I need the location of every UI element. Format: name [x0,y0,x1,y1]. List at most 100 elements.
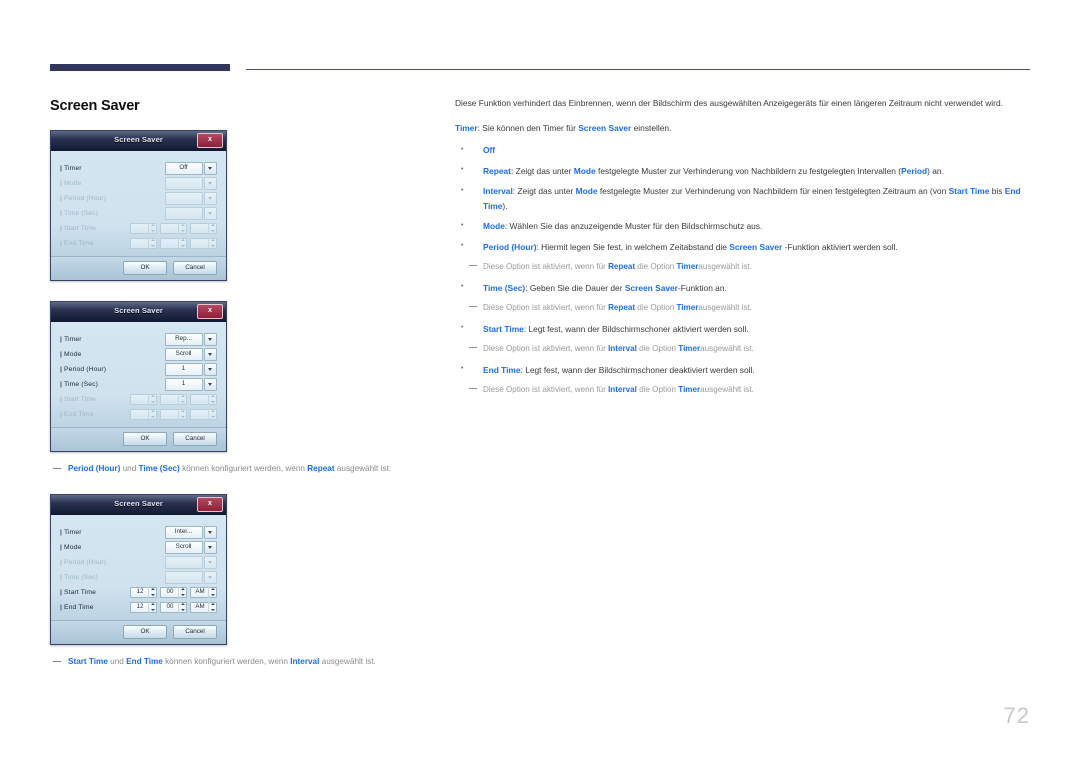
body-bullet-item: Time (Sec): Geben Sie die Dauer der Scre… [455,280,1030,296]
cancel-button[interactable]: Cancel [173,432,217,446]
chevron-down-icon[interactable] [204,540,217,554]
chevron-down-icon[interactable] [204,206,217,220]
time-stepper[interactable]: 12 [130,586,157,598]
close-icon[interactable]: x [197,304,223,319]
bullet-bar-icon: | [60,239,63,247]
chevron-down-icon[interactable] [204,191,217,205]
chevron-down-icon[interactable] [204,570,217,584]
emphasis-term: Start Time [948,186,990,196]
bullet-bar-icon: | [60,350,63,358]
time-stepper[interactable]: 12 [130,601,157,613]
time-stepper[interactable] [190,393,217,405]
text-run: ). [502,200,508,211]
dialog-row-label: | Time (Sec) [60,209,98,217]
body-sub-note: — Diese Option ist aktiviert, wenn für Re… [455,301,1030,316]
stepper-arrows-icon[interactable] [208,237,216,249]
emphasis-term: Timer [455,122,478,133]
stepper-arrows-icon[interactable] [148,586,156,598]
time-stepper[interactable] [160,237,187,249]
stepper-arrows-icon[interactable] [148,237,156,249]
dialog-body: | Timer Inter... | Mode Scroll | Period (Hour) |… [51,515,226,620]
cancel-button[interactable]: Cancel [173,261,217,275]
ok-button[interactable]: OK [123,261,167,275]
emphasis-term: End Time [483,364,521,375]
dialog-footer: OK Cancel [51,620,226,644]
text-run: einstellen. [631,122,672,133]
stepper-arrows-icon[interactable] [178,222,186,234]
time-stepper[interactable]: 00 [160,601,187,613]
bullet-bar-icon: | [60,573,63,581]
emphasis-term: Start Time [483,323,524,334]
time-stepper[interactable] [130,408,157,420]
close-icon[interactable]: x [197,497,223,512]
time-stepper[interactable] [190,237,217,249]
time-stepper[interactable] [130,393,157,405]
chevron-down-icon[interactable] [204,525,217,539]
chevron-down-icon[interactable] [204,332,217,346]
time-stepper[interactable] [160,222,187,234]
time-stepper[interactable] [130,237,157,249]
stepper-arrows-icon[interactable] [208,586,216,598]
dialog-row-label: | Timer [60,164,82,172]
dropdown-value[interactable] [164,206,203,220]
bullet-bar-icon: | [60,365,63,373]
ok-button[interactable]: OK [123,625,167,639]
stepper-arrows-icon[interactable] [148,408,156,420]
bullet-bar-icon: | [60,543,63,551]
time-stepper[interactable] [130,222,157,234]
chevron-down-icon[interactable] [204,347,217,361]
chevron-down-icon[interactable] [204,176,217,190]
dropdown-value[interactable] [164,555,203,569]
time-stepper[interactable]: AM [190,601,217,613]
dropdown-value[interactable]: 1 [164,377,203,391]
stepper-arrows-icon[interactable] [178,408,186,420]
dialog-row: | Timer Off [60,161,217,176]
body-bullet-item: End Time: Legt fest, wann der Bildschirm… [455,362,1030,378]
stepper-arrows-icon[interactable] [148,222,156,234]
dialog-row-label: | End Time [60,410,94,418]
emphasis-term: Period [901,165,928,176]
dropdown-value[interactable] [164,570,203,584]
stepper-arrows-icon[interactable] [148,601,156,613]
dialog-row: | Start Time [60,221,217,236]
stepper-arrows-icon[interactable] [208,601,216,613]
stepper-arrows-icon[interactable] [208,408,216,420]
dialog-row-label: | Period (Hour) [60,365,107,373]
time-stepper[interactable] [160,393,187,405]
time-stepper[interactable]: 00 [160,586,187,598]
chevron-down-icon[interactable] [204,555,217,569]
stepper-arrows-icon[interactable] [208,222,216,234]
stepper-arrows-icon[interactable] [178,601,186,613]
ok-button[interactable]: OK [123,432,167,446]
time-stepper[interactable]: AM [190,586,217,598]
stepper-arrows-icon[interactable] [178,237,186,249]
bullet-bar-icon: | [60,380,63,388]
stepper-arrows-icon[interactable] [178,393,186,405]
screen-saver-dialog: Screen Saver x | Timer Inter... | Mode Scroll | P… [50,494,227,645]
time-stepper[interactable] [190,222,217,234]
dialog-row-label: | End Time [60,239,94,247]
dropdown-value[interactable]: Rep... [164,332,203,346]
dropdown-value[interactable]: Off [164,161,203,175]
time-stepper[interactable] [160,408,187,420]
intro-paragraph: Diese Funktion verhindert das Einbrennen… [455,98,1003,108]
stepper-arrows-icon[interactable] [178,586,186,598]
chevron-down-icon[interactable] [204,161,217,175]
dialog-row: | Time (Sec) 1 [60,377,217,392]
cancel-button[interactable]: Cancel [173,625,217,639]
dropdown-value[interactable]: Scroll [164,347,203,361]
dropdown-value[interactable]: Scroll [164,540,203,554]
dropdown-value[interactable] [164,176,203,190]
dropdown-value[interactable] [164,191,203,205]
dropdown-value[interactable]: 1 [164,362,203,376]
dropdown-value[interactable]: Inter... [164,525,203,539]
stepper-arrows-icon[interactable] [208,393,216,405]
close-icon[interactable]: x [197,133,223,148]
dialog-row-label: | End Time [60,603,94,611]
time-stepper[interactable] [190,408,217,420]
bullet-bar-icon: | [60,194,63,202]
chevron-down-icon[interactable] [204,377,217,391]
chevron-down-icon[interactable] [204,362,217,376]
stepper-arrows-icon[interactable] [148,393,156,405]
dialog-row: | Timer Rep... [60,332,217,347]
